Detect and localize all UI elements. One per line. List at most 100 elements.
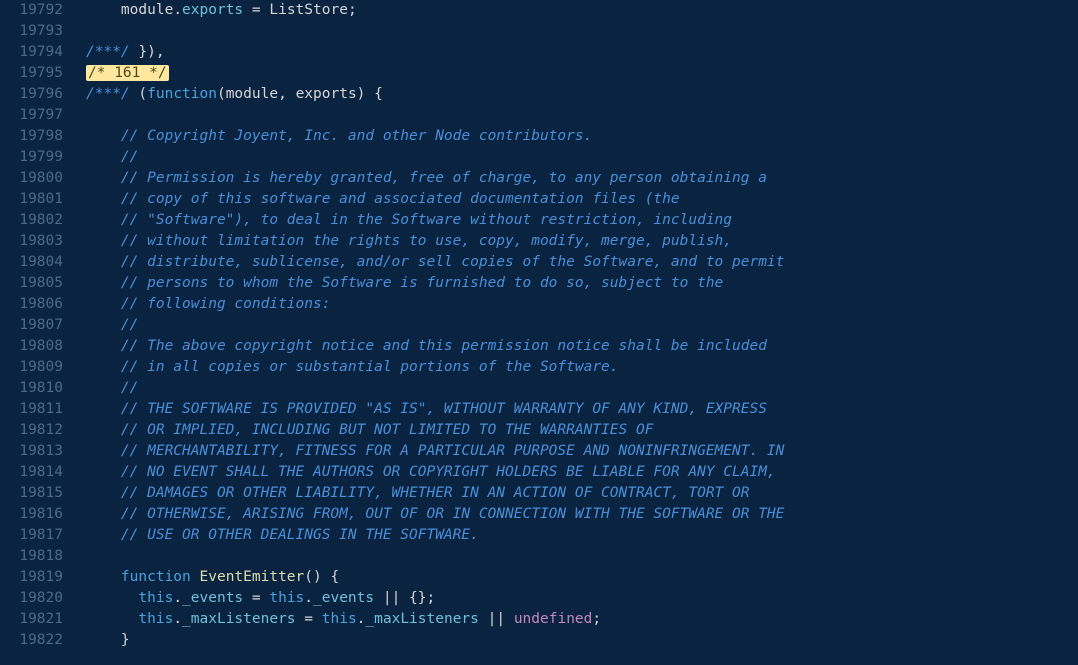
code-line[interactable]: // following conditions: [86,294,784,315]
token-comment: // following conditions: [121,296,331,312]
token-comment: // OTHERWISE, ARISING FROM, OUT OF OR IN… [121,506,784,522]
line-number-gutter: 1979219793197941979519796197971979819799… [0,0,68,665]
token-comment: // THE SOFTWARE IS PROVIDED "AS IS", WIT… [121,401,767,417]
token-comment: // [121,380,138,396]
token-comment: // in all copies or substantial portions… [121,359,619,375]
token-comment: // NO EVENT SHALL THE AUTHORS OR COPYRIG… [121,464,776,480]
token-prop: exports [182,2,243,18]
code-line[interactable] [86,21,784,42]
token-comment: // Permission is hereby granted, free of… [121,170,767,186]
code-line[interactable]: // OTHERWISE, ARISING FROM, OUT OF OR IN… [86,504,784,525]
token-punct: . [304,590,313,606]
token-keyword: this [138,590,173,606]
token-ident: ListStore [269,2,348,18]
code-line[interactable] [86,546,784,567]
token-comment: // OR IMPLIED, INCLUDING BUT NOT LIMITED… [121,422,654,438]
token-keyword: function [121,569,191,585]
line-number: 19793 [12,21,63,42]
code-line[interactable]: /* 161 */ [86,63,784,84]
token-comment: // USE OR OTHER DEALINGS IN THE SOFTWARE… [121,527,479,543]
line-number: 19800 [12,168,63,189]
code-line[interactable]: // USE OR OTHER DEALINGS IN THE SOFTWARE… [86,525,784,546]
line-number: 19818 [12,546,63,567]
token-comment: // Copyright Joyent, Inc. and other Node… [121,128,592,144]
line-number: 19795 [12,63,63,84]
code-line[interactable]: // [86,378,784,399]
code-line[interactable]: // without limitation the rights to use,… [86,231,784,252]
code-line[interactable]: // Permission is hereby granted, free of… [86,168,784,189]
line-number: 19819 [12,567,63,588]
code-line[interactable]: /***/ (function(module, exports) { [86,84,784,105]
line-number: 19805 [12,273,63,294]
token-punct: }), [130,44,165,60]
line-number: 19806 [12,294,63,315]
code-line[interactable] [86,105,784,126]
code-line[interactable]: /***/ }), [86,42,784,63]
code-line[interactable]: this._maxListeners = this._maxListeners … [86,609,784,630]
code-line[interactable]: module.exports = ListStore; [86,0,784,21]
code-line[interactable]: // DAMAGES OR OTHER LIABILITY, WHETHER I… [86,483,784,504]
line-number: 19796 [12,84,63,105]
line-number: 19792 [12,0,63,21]
code-content-area[interactable]: module.exports = ListStore;/***/ }),/* 1… [68,0,784,665]
code-line[interactable]: // "Software"), to deal in the Software … [86,210,784,231]
line-number: 19797 [12,105,63,126]
code-line[interactable]: // The above copyright notice and this p… [86,336,784,357]
token-comment: // The above copyright notice and this p… [121,338,767,354]
code-line[interactable]: // MERCHANTABILITY, FITNESS FOR A PARTIC… [86,441,784,462]
token-punct: ( [217,86,226,102]
token-keyword: this [322,611,357,627]
token-punct: , [278,86,295,102]
code-line[interactable]: function EventEmitter() { [86,567,784,588]
token-keyword: function [147,86,217,102]
token-comment: // "Software"), to deal in the Software … [121,212,732,228]
token-punct: || {}; [374,590,435,606]
line-number: 19804 [12,252,63,273]
line-number: 19802 [12,210,63,231]
line-number: 19820 [12,588,63,609]
token-punct: () { [304,569,339,585]
line-number: 19803 [12,231,63,252]
line-number: 19822 [12,630,63,651]
line-number: 19814 [12,462,63,483]
line-number: 19801 [12,189,63,210]
code-line[interactable]: // THE SOFTWARE IS PROVIDED "AS IS", WIT… [86,399,784,420]
line-number: 19812 [12,420,63,441]
line-number: 19817 [12,525,63,546]
code-line[interactable]: // distribute, sublicense, and/or sell c… [86,252,784,273]
code-line[interactable]: // [86,147,784,168]
code-line[interactable]: // OR IMPLIED, INCLUDING BUT NOT LIMITED… [86,420,784,441]
code-line[interactable]: // NO EVENT SHALL THE AUTHORS OR COPYRIG… [86,462,784,483]
line-number: 19809 [12,357,63,378]
code-line[interactable]: this._events = this._events || {}; [86,588,784,609]
token-punct: = [296,611,322,627]
token-comment: // [121,317,138,333]
token-keyword: this [138,611,173,627]
code-line[interactable]: // Copyright Joyent, Inc. and other Node… [86,126,784,147]
code-line[interactable]: // persons to whom the Software is furni… [86,273,784,294]
token-comment: // distribute, sublicense, and/or sell c… [121,254,784,270]
line-number: 19815 [12,483,63,504]
token-prop: _events [182,590,243,606]
token-ident: exports [296,86,357,102]
line-number: 19799 [12,147,63,168]
line-number: 19794 [12,42,63,63]
token-punct: . [173,611,182,627]
token-punct: ( [130,86,147,102]
code-line[interactable]: // copy of this software and associated … [86,189,784,210]
code-editor[interactable]: 1979219793197941979519796197971979819799… [0,0,1078,665]
code-line[interactable]: // in all copies or substantial portions… [86,357,784,378]
token-comment: // DAMAGES OR OTHER LIABILITY, WHETHER I… [121,485,750,501]
code-line[interactable]: } [86,630,784,651]
token-punct: = [243,590,269,606]
token-keyword: this [269,590,304,606]
token-punct: . [173,590,182,606]
token-comment: // without limitation the rights to use,… [121,233,732,249]
token-comment: /***/ [86,86,130,102]
code-line[interactable]: // [86,315,784,336]
token-prop: _maxListeners [182,611,296,627]
token-punct: ; [348,2,357,18]
line-number: 19798 [12,126,63,147]
line-number: 19816 [12,504,63,525]
token-const: undefined [514,611,593,627]
